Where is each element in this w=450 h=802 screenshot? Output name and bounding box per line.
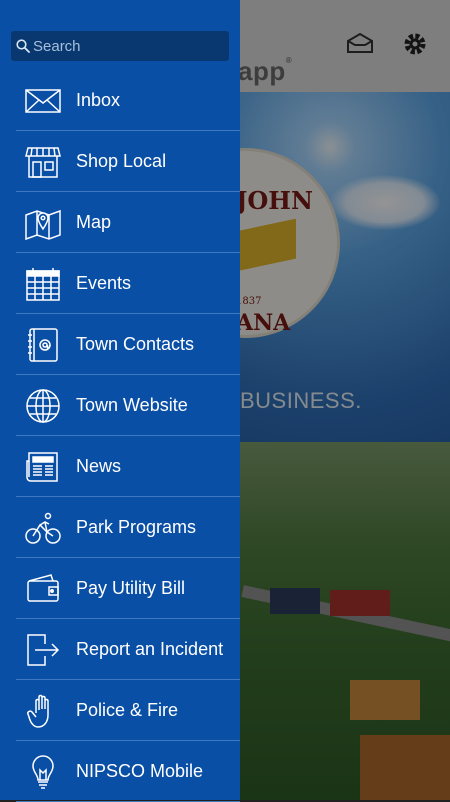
menu-item-label: Police & Fire	[76, 700, 179, 720]
bicycle-icon	[25, 510, 61, 546]
menu-item-pay-utility-bill[interactable]: Pay Utility Bill	[0, 558, 240, 619]
search-input[interactable]	[33, 31, 223, 61]
menu-item-police-fire[interactable]: Police & Fire	[0, 680, 240, 741]
menu-item-label: Town Contacts	[76, 334, 195, 354]
storefront-icon	[25, 144, 61, 180]
menu-item-nipsco-mobile[interactable]: NIPSCO Mobile	[0, 741, 240, 802]
globe-icon	[25, 388, 61, 424]
wallet-icon	[25, 571, 61, 607]
menu-item-label: Inbox	[76, 90, 121, 110]
menu-item-events[interactable]: Events	[0, 253, 240, 314]
menu-item-label: Town Website	[76, 395, 188, 415]
menu-item-news[interactable]: News	[0, 436, 240, 497]
menu-item-town-website[interactable]: Town Website	[0, 375, 240, 436]
menu-item-label: Report an Incident	[76, 639, 224, 659]
menu-item-label: Map	[76, 212, 112, 232]
map-pin-icon	[25, 205, 61, 241]
menu-item-inbox[interactable]: Inbox	[0, 70, 240, 131]
menu-item-label: Shop Local	[76, 151, 167, 171]
address-book-icon	[25, 327, 61, 363]
menu-item-label: News	[76, 456, 122, 476]
envelope-icon	[25, 83, 61, 119]
hand-icon	[25, 693, 61, 729]
menu-item-label: Events	[76, 273, 132, 293]
newspaper-icon	[25, 449, 61, 485]
menu-item-map[interactable]: Map	[0, 192, 240, 253]
lightbulb-icon	[25, 754, 61, 790]
search-box[interactable]	[11, 31, 229, 61]
menu-item-label: Park Programs	[76, 517, 197, 537]
menu-item-label: NIPSCO Mobile	[76, 761, 204, 781]
menu-item-label: Pay Utility Bill	[76, 578, 186, 598]
menu-item-shop-local[interactable]: Shop Local	[0, 131, 240, 192]
side-menu-drawer: Inbox Shop Local	[0, 0, 240, 802]
menu-item-park-programs[interactable]: Park Programs	[0, 497, 240, 558]
calendar-icon	[25, 266, 61, 302]
menu-item-report-an-incident[interactable]: Report an Incident	[0, 619, 240, 680]
menu-item-town-contacts[interactable]: Town Contacts	[0, 314, 240, 375]
menu-list: Inbox Shop Local Map Events Town Contact…	[0, 70, 240, 802]
exit-arrow-icon	[25, 632, 61, 668]
search-icon	[16, 39, 30, 53]
